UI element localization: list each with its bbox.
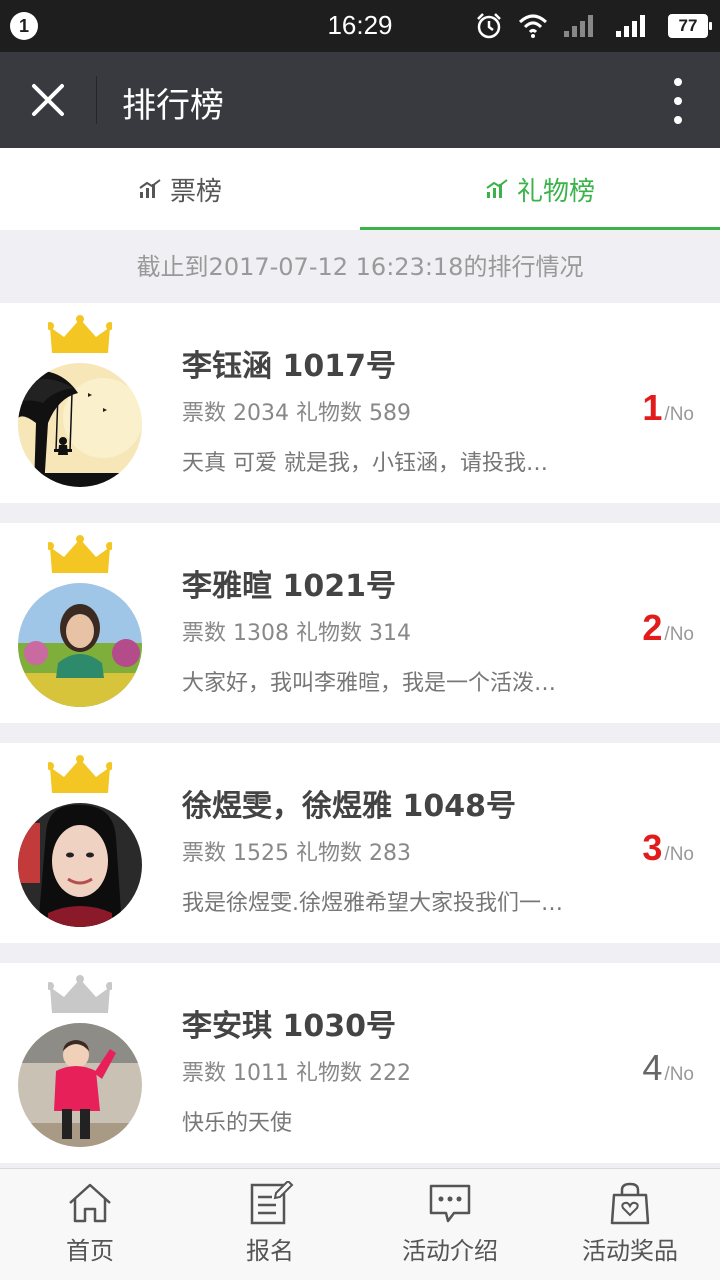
tab-label: 票榜 <box>169 176 222 207</box>
tab-label: 礼物榜 <box>516 176 595 207</box>
rank-suffix: /No <box>664 404 694 425</box>
silver-crown-icon <box>48 975 112 1013</box>
title-divider <box>96 76 97 124</box>
contestant-description: 天真 可爱 就是我，小钰涵，请投我… <box>182 451 548 476</box>
avatar <box>18 803 142 927</box>
ranking-tabs: 票榜 礼物榜 <box>0 148 720 230</box>
rank-number: 4 <box>642 1047 663 1088</box>
bar-chart-icon <box>139 179 161 198</box>
contestant-stats: 票数 1525 礼物数 283 <box>182 841 411 866</box>
contestant-name: 李钰涵 1017号 <box>182 349 396 384</box>
close-button[interactable] <box>20 74 76 126</box>
nav-home[interactable]: 首页 <box>0 1169 180 1280</box>
rank-indicator: 4 /No <box>642 1047 694 1089</box>
signal-icon <box>564 15 593 37</box>
nav-label: 活动介绍 <box>402 1237 498 1265</box>
wifi-icon <box>518 14 548 38</box>
avatar <box>18 1023 142 1147</box>
avatar <box>18 363 142 487</box>
gift-bag-icon <box>610 1182 650 1225</box>
gold-crown-icon <box>48 315 112 353</box>
nav-activity-intro[interactable]: 活动介绍 <box>360 1169 540 1280</box>
nav-label: 首页 <box>66 1237 114 1265</box>
rank-indicator: 1 /No <box>642 387 694 429</box>
rank-number: 2 <box>642 607 663 648</box>
tab-gifts[interactable]: 礼物榜 <box>360 148 720 230</box>
battery-indicator: 77 <box>668 14 712 38</box>
bottom-nav: 首页 报名 活动介绍 活动奖品 <box>0 1168 720 1280</box>
page-title: 排行榜 <box>122 86 224 126</box>
ranking-timestamp: 截止到2017-07-12 16:23:18的排行情况 <box>0 230 720 304</box>
rank-suffix: /No <box>664 844 694 865</box>
chat-icon <box>429 1184 471 1223</box>
signal-icon <box>616 15 645 37</box>
more-vertical-icon <box>674 78 682 86</box>
edit-icon <box>250 1181 294 1225</box>
status-icons: 77 <box>474 10 712 42</box>
ranking-item[interactable]: 李钰涵 1017号 票数 2034 礼物数 589 天真 可爱 就是我，小钰涵，… <box>0 303 720 503</box>
gold-crown-icon <box>48 755 112 793</box>
contestant-stats: 票数 1011 礼物数 222 <box>182 1061 411 1086</box>
nav-prizes[interactable]: 活动奖品 <box>540 1169 720 1280</box>
more-button[interactable] <box>666 78 690 124</box>
rank-suffix: /No <box>664 1064 694 1085</box>
contestant-description: 快乐的天使 <box>182 1111 293 1136</box>
contestant-description: 我是徐煜雯.徐煜雅希望大家投我们一… <box>182 891 563 916</box>
alarm-icon <box>477 13 501 39</box>
contestant-stats: 票数 1308 礼物数 314 <box>182 621 411 646</box>
title-bar: 排行榜 <box>0 52 720 148</box>
ranking-item[interactable]: 李安琪 1030号 票数 1011 礼物数 222 快乐的天使 4 /No <box>0 963 720 1163</box>
ranking-item[interactable]: 徐煜雯，徐煜雅 1048号 票数 1525 礼物数 283 我是徐煜雯.徐煜雅希… <box>0 743 720 943</box>
bar-chart-icon <box>486 179 508 198</box>
rank-number: 1 <box>642 387 663 428</box>
rank-suffix: /No <box>664 624 694 645</box>
contestant-name: 徐煜雯，徐煜雅 1048号 <box>182 789 516 824</box>
contestant-name: 李安琪 1030号 <box>182 1009 396 1044</box>
status-bar: 1 16:29 77 <box>0 0 720 52</box>
close-icon <box>32 84 64 116</box>
contestant-description: 大家好，我叫李雅暄，我是一个活泼… <box>182 671 557 696</box>
avatar <box>18 583 142 707</box>
tab-votes[interactable]: 票榜 <box>0 148 360 230</box>
contestant-stats: 票数 2034 礼物数 589 <box>182 401 411 426</box>
rank-indicator: 2 /No <box>642 607 694 649</box>
nav-label: 报名 <box>246 1237 294 1265</box>
nav-signup[interactable]: 报名 <box>180 1169 360 1280</box>
home-icon <box>69 1183 111 1223</box>
rank-number: 3 <box>642 827 663 868</box>
nav-label: 活动奖品 <box>582 1237 678 1265</box>
gold-crown-icon <box>48 535 112 573</box>
rank-indicator: 3 /No <box>642 827 694 869</box>
ranking-item[interactable]: 李雅暄 1021号 票数 1308 礼物数 314 大家好，我叫李雅暄，我是一个… <box>0 523 720 723</box>
contestant-name: 李雅暄 1021号 <box>182 569 396 604</box>
